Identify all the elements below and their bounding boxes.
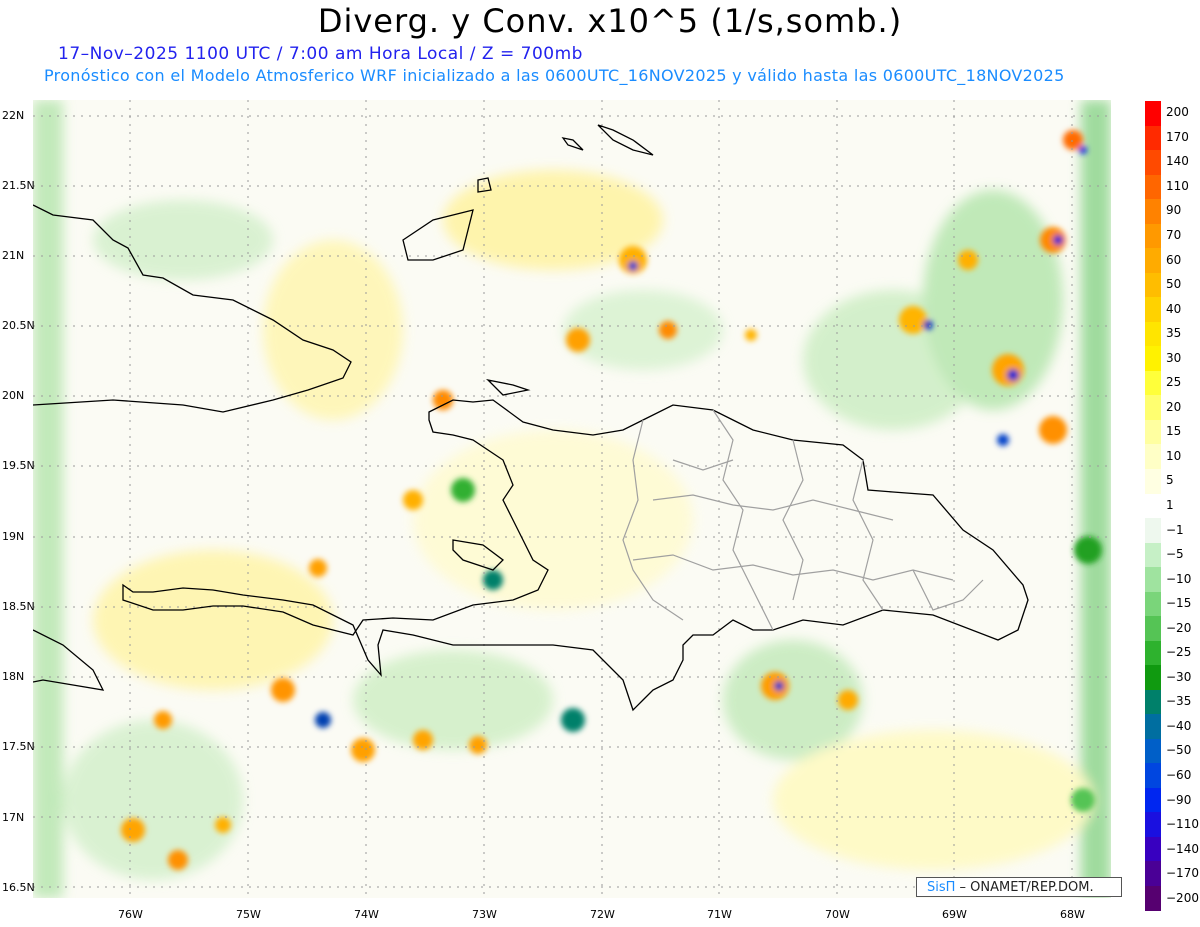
brand-logo: SisΠ xyxy=(927,880,956,895)
colorbar-label: −5 xyxy=(1166,547,1184,562)
colorbar-label: −25 xyxy=(1166,645,1192,660)
colorbar-label: −35 xyxy=(1166,694,1192,709)
colorbar-swatch xyxy=(1145,468,1161,494)
lon-label: 69W xyxy=(942,908,967,921)
lon-label: 76W xyxy=(118,908,143,921)
lat-label: 20N xyxy=(2,389,25,402)
colorbar-swatch xyxy=(1145,542,1161,568)
colorbar-swatch xyxy=(1145,640,1161,666)
lat-label: 17N xyxy=(2,811,25,824)
lon-label: 74W xyxy=(354,908,379,921)
lon-label: 71W xyxy=(707,908,732,921)
colorbar-swatch xyxy=(1145,689,1161,715)
lat-label: 16.5N xyxy=(2,881,35,894)
colorbar xyxy=(1145,101,1161,911)
colorbar-swatch xyxy=(1145,591,1161,617)
colorbar-label: −40 xyxy=(1166,718,1192,733)
colorbar-swatch xyxy=(1145,174,1161,200)
colorbar-label: −10 xyxy=(1166,571,1192,586)
lat-label: 19N xyxy=(2,530,25,543)
credit-org: – ONAMET/REP.DOM. xyxy=(955,880,1094,895)
colorbar-label: 110 xyxy=(1166,178,1189,193)
colorbar-swatch xyxy=(1145,787,1161,813)
lat-label: 19.5N xyxy=(2,459,35,472)
colorbar-swatch xyxy=(1145,150,1161,175)
colorbar-label: 25 xyxy=(1166,375,1182,390)
colorbar-swatch xyxy=(1145,223,1161,249)
colorbar-label: 1 xyxy=(1166,498,1174,512)
colorbar-swatch xyxy=(1145,346,1161,371)
colorbar-swatch xyxy=(1145,444,1161,469)
colorbar-swatch xyxy=(1145,321,1161,347)
colorbar-label: −110 xyxy=(1166,817,1199,832)
colorbar-label: −30 xyxy=(1166,669,1192,684)
colorbar-label: −20 xyxy=(1166,620,1192,635)
valid-time-line: 17–Nov–2025 1100 UTC / 7:00 am Hora Loca… xyxy=(58,44,583,64)
colorbar-swatch xyxy=(1145,248,1161,273)
colorbar-swatch xyxy=(1145,395,1161,420)
colorbar-swatch xyxy=(1145,272,1161,298)
colorbar-label: −140 xyxy=(1166,841,1199,856)
colorbar-label: 50 xyxy=(1166,277,1182,292)
model-info-line: Pronóstico con el Modelo Atmosferico WRF… xyxy=(44,66,1065,85)
colorbar-swatch xyxy=(1145,297,1161,322)
colorbar-swatch xyxy=(1145,419,1161,445)
colorbar-label: 30 xyxy=(1166,350,1182,365)
colorbar-swatch xyxy=(1145,836,1161,862)
lat-label: 20.5N xyxy=(2,319,35,332)
colorbar-label: 35 xyxy=(1166,326,1182,341)
lon-label: 73W xyxy=(472,908,497,921)
credit-box: SisΠ – ONAMET/REP.DOM. xyxy=(916,877,1122,897)
colorbar-swatch xyxy=(1145,125,1161,151)
colorbar-swatch xyxy=(1145,886,1161,911)
colorbar-label: 70 xyxy=(1166,228,1182,242)
lat-label: 18.5N xyxy=(2,600,35,613)
colorbar-label: 15 xyxy=(1166,424,1182,439)
divergence-field xyxy=(33,100,1111,898)
colorbar-label: −50 xyxy=(1166,743,1192,758)
colorbar-label: −90 xyxy=(1166,792,1192,807)
colorbar-swatch xyxy=(1145,861,1161,886)
colorbar-label: 10 xyxy=(1166,448,1182,463)
colorbar-label: −1 xyxy=(1166,522,1184,537)
colorbar-swatch xyxy=(1145,763,1161,788)
colorbar-label: −170 xyxy=(1166,866,1199,881)
lat-label: 21N xyxy=(2,249,25,262)
colorbar-label: 20 xyxy=(1166,399,1182,414)
colorbar-label: −200 xyxy=(1166,890,1199,905)
colorbar-swatch xyxy=(1145,101,1161,126)
colorbar-label: 170 xyxy=(1166,129,1189,144)
map-canvas xyxy=(33,100,1111,898)
lat-label: 21.5N xyxy=(2,179,35,192)
colorbar-label: 200 xyxy=(1166,105,1189,120)
colorbar-swatch xyxy=(1145,518,1161,543)
lat-label: 17.5N xyxy=(2,740,35,753)
colorbar-swatch xyxy=(1145,665,1161,690)
colorbar-swatch xyxy=(1145,199,1161,224)
colorbar-swatch xyxy=(1145,493,1161,519)
lon-label: 70W xyxy=(825,908,850,921)
colorbar-swatch xyxy=(1145,616,1161,641)
colorbar-label: 90 xyxy=(1166,203,1182,218)
colorbar-label: −60 xyxy=(1166,768,1192,782)
colorbar-label: 140 xyxy=(1166,154,1189,169)
colorbar-label: −15 xyxy=(1166,596,1192,611)
colorbar-swatch xyxy=(1145,812,1161,837)
lat-label: 18N xyxy=(2,670,25,683)
colorbar-label: 5 xyxy=(1166,473,1174,488)
map-panel xyxy=(33,100,1111,898)
colorbar-swatch xyxy=(1145,714,1161,739)
colorbar-swatch xyxy=(1145,567,1161,592)
lon-label: 68W xyxy=(1060,908,1085,921)
colorbar-swatch xyxy=(1145,370,1161,396)
lon-label: 75W xyxy=(236,908,261,921)
lon-label: 72W xyxy=(590,908,615,921)
chart-title: Diverg. y Conv. x10^5 (1/s,somb.) xyxy=(317,2,903,40)
lat-label: 22N xyxy=(2,109,25,122)
colorbar-swatch xyxy=(1145,738,1161,764)
colorbar-label: 40 xyxy=(1166,301,1182,316)
colorbar-label: 60 xyxy=(1166,252,1182,267)
